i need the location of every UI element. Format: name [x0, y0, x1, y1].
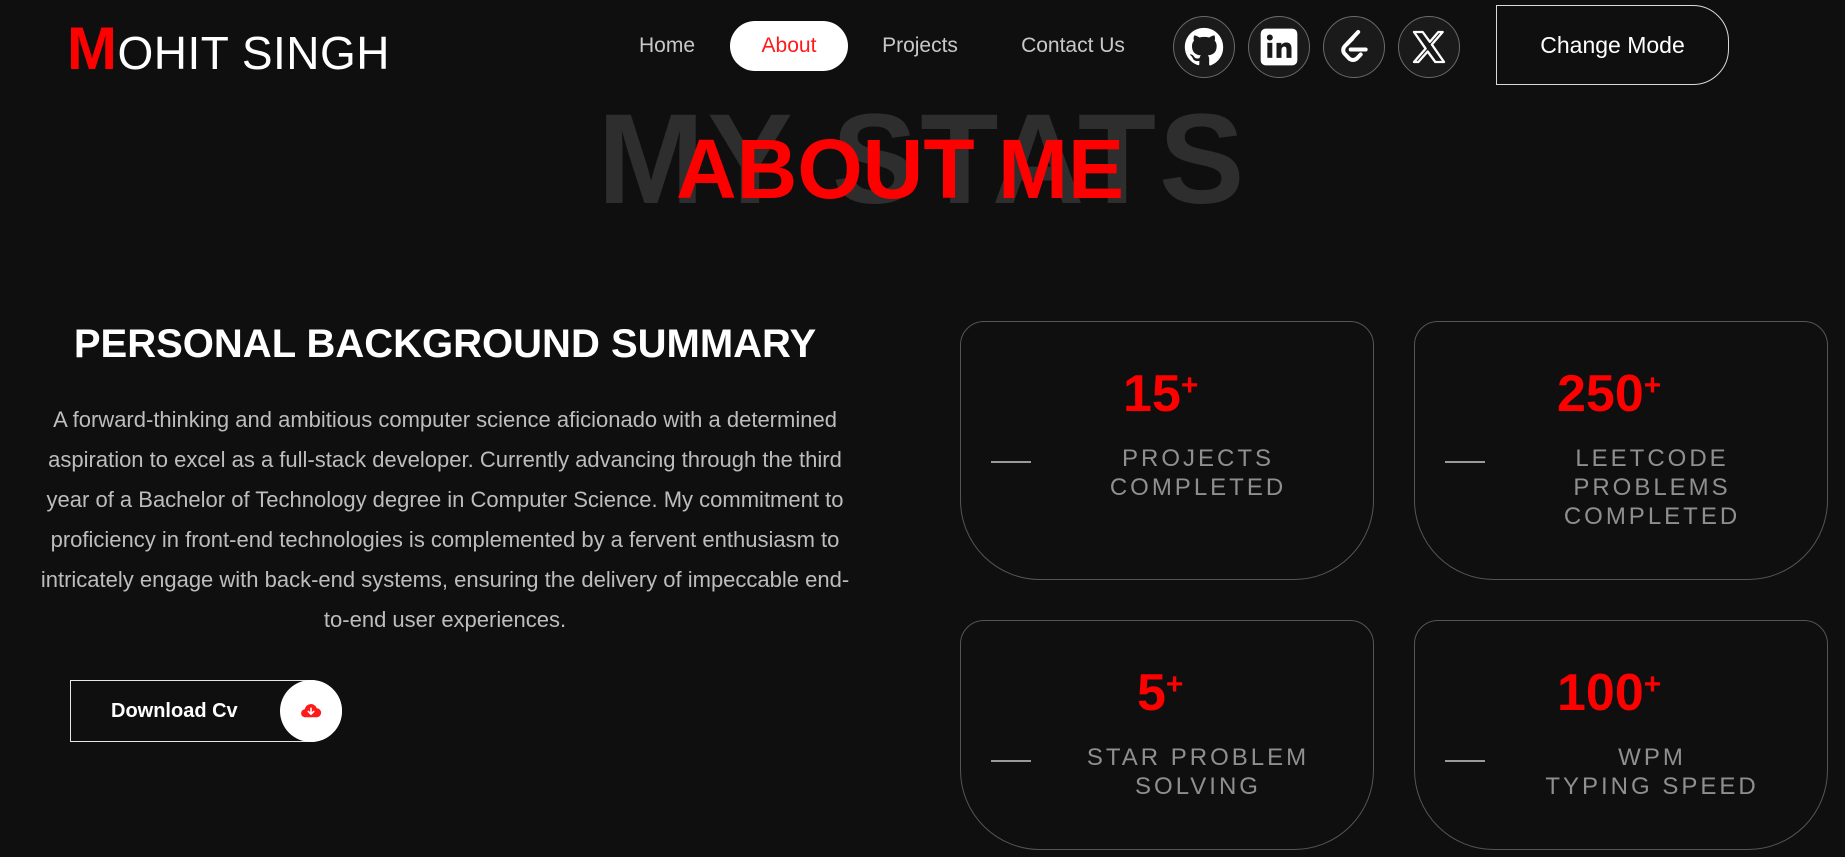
page-title: ABOUT ME [676, 122, 1124, 216]
download-cv-label: Download Cv [111, 700, 238, 722]
stat-label: PROJECTS COMPLETED [1109, 445, 1287, 501]
github-link[interactable] [1173, 16, 1235, 78]
stat-divider [991, 461, 1031, 463]
linkedin-icon [1260, 28, 1298, 66]
nav-home[interactable]: Home [621, 21, 713, 71]
stat-number: 5+ [1137, 664, 1184, 722]
stat-label: LEETCODE PROBLEMS COMPLETED [1563, 445, 1741, 530]
stat-divider [1445, 760, 1485, 762]
change-mode-button[interactable]: Change Mode [1496, 5, 1729, 85]
stat-card-projects: 15+ PROJECTS COMPLETED [960, 321, 1374, 580]
nav-contact[interactable]: Contact Us [1012, 21, 1134, 71]
leetcode-link[interactable] [1323, 16, 1385, 78]
github-icon [1184, 27, 1224, 66]
cloud-download-icon [280, 680, 342, 742]
stat-number: 100+ [1557, 664, 1662, 722]
nav-about[interactable]: About [730, 21, 848, 71]
section-title: PERSONAL BACKGROUND SUMMARY [73, 322, 817, 366]
stat-number: 250+ [1557, 365, 1662, 423]
stat-card-star: 5+ STAR PROBLEM SOLVING [960, 620, 1374, 850]
linkedin-link[interactable] [1248, 16, 1310, 78]
x-twitter-icon [1412, 30, 1446, 64]
stat-divider [1445, 461, 1485, 463]
stat-label: WPM TYPING SPEED [1545, 744, 1759, 800]
leetcode-icon [1341, 30, 1368, 62]
stat-card-wpm: 100+ WPM TYPING SPEED [1414, 620, 1828, 850]
stat-divider [991, 760, 1031, 762]
x-twitter-link[interactable] [1398, 16, 1460, 78]
summary-text: A forward-thinking and ambitious compute… [40, 407, 850, 632]
stat-number: 15+ [1123, 365, 1199, 423]
nav-projects[interactable]: Projects [870, 21, 970, 71]
stat-card-leetcode: 250+ LEETCODE PROBLEMS COMPLETED [1414, 321, 1828, 580]
stat-label: STAR PROBLEM SOLVING [1086, 744, 1310, 800]
download-cv-button[interactable]: Download Cv [70, 680, 342, 742]
